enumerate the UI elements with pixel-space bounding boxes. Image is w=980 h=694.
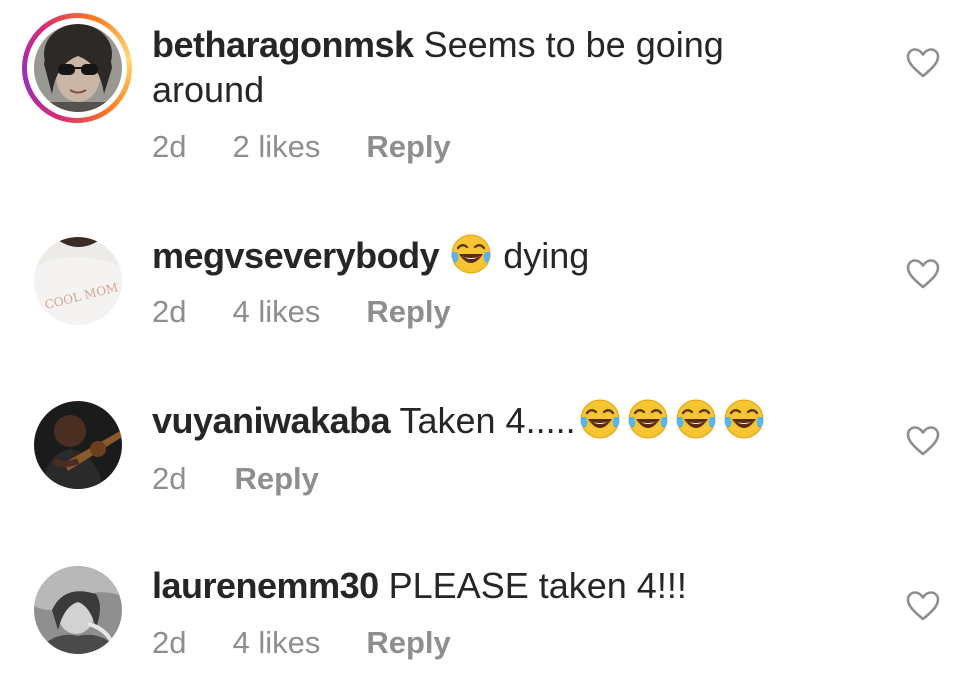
timestamp: 2d (152, 625, 187, 660)
username[interactable]: megvseverybody (152, 235, 440, 276)
likes-count[interactable]: 4 likes (232, 294, 320, 330)
timestamp: 2d (152, 129, 187, 164)
comment-body: dying (503, 235, 590, 276)
comment-text: vuyaniwakaba Taken 4..... (152, 397, 766, 444)
avatar[interactable] (34, 566, 122, 654)
comment-item: betharagonmsk Seems to be going around 2… (0, 0, 980, 200)
heart-outline-icon[interactable] (906, 47, 940, 79)
face-with-tears-of-joy-icon (449, 232, 493, 276)
timestamp: 2d (152, 294, 187, 329)
comment-meta: 2d 2 likes Reply (152, 129, 451, 165)
likes-count[interactable]: 4 likes (232, 625, 320, 661)
face-with-tears-of-joy-icon (674, 397, 718, 441)
reply-button[interactable]: Reply (366, 294, 450, 330)
face-with-tears-of-joy-icon (578, 397, 622, 441)
reply-button[interactable]: Reply (234, 461, 318, 497)
face-with-tears-of-joy-icon (626, 397, 670, 441)
comment-text: megvseverybody dying (152, 232, 589, 279)
heart-outline-icon[interactable] (906, 425, 940, 457)
heart-outline-icon[interactable] (906, 258, 940, 290)
comment-body: Taken 4..... (399, 400, 576, 441)
comment-text: betharagonmsk Seems to be going (152, 22, 724, 68)
comment-item: COOL MOM megvseverybody dying 2d 4 likes R… (0, 200, 980, 370)
comment-meta: 2d 4 likes Reply (152, 294, 451, 330)
avatar[interactable] (34, 24, 122, 112)
comment-meta: 2d 4 likes Reply (152, 625, 451, 661)
comment-body: PLEASE taken 4!!! (388, 565, 687, 606)
likes-count[interactable]: 2 likes (232, 129, 320, 165)
heart-outline-icon[interactable] (906, 590, 940, 622)
avatar[interactable]: COOL MOM (34, 237, 122, 325)
reply-button[interactable]: Reply (366, 625, 450, 661)
comment-body: Seems to be going (423, 24, 724, 65)
comment-body: around (152, 69, 265, 110)
comment-text: laurenemm30 PLEASE taken 4!!! (152, 563, 687, 609)
comment-meta: 2d Reply (152, 461, 319, 497)
reply-button[interactable]: Reply (366, 129, 450, 165)
comment-item: vuyaniwakaba Taken 4..... 2d Reply (0, 370, 980, 530)
username[interactable]: betharagonmsk (152, 24, 414, 65)
comment-item: laurenemm30 PLEASE taken 4!!! 2d 4 likes R… (0, 530, 980, 694)
face-with-tears-of-joy-icon (722, 397, 766, 441)
username[interactable]: vuyaniwakaba (152, 400, 391, 441)
timestamp: 2d (152, 461, 187, 496)
avatar[interactable] (34, 401, 122, 489)
username[interactable]: laurenemm30 (152, 565, 379, 606)
comment-text-continued: around (152, 67, 264, 113)
